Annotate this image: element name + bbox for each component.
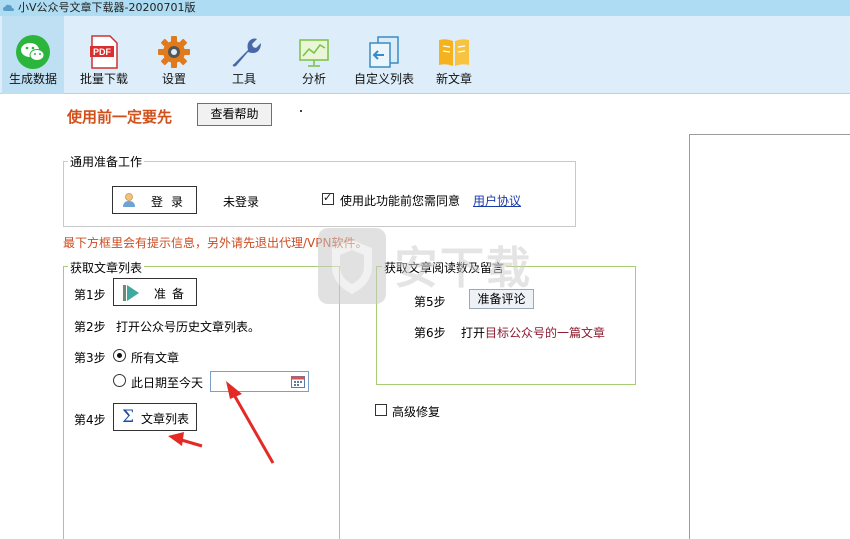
agree-checkbox[interactable] [322,191,334,205]
prepare-button-label: 准备 [154,287,191,301]
read-count-legend: 获取文章阅读数及留言 [382,259,507,276]
window-title: 小V公众号文章下载器-20200701版 [18,1,196,14]
chart-icon [299,39,329,67]
ribbon-button-custom-list[interactable]: 自定义列表 [352,16,416,94]
user-agreement-link[interactable]: 用户协议 [473,192,521,209]
step6-prefix: 打开 [461,326,486,340]
article-list-button-label: 文章列表 [141,412,190,426]
custom-list-icon [369,36,399,68]
step2-label: 第2步 [74,320,106,334]
step6-highlight: 目标公众号的一篇文章 [485,326,606,340]
radio-all-articles-label: 所有文章 [131,351,180,365]
ribbon-button-batch-download[interactable]: PDF 批量下载 [72,16,136,94]
step6-text: 打开目标公众号的一篇文章 [461,324,605,341]
user-icon [123,193,135,207]
step3-label: 第3步 [74,351,106,365]
ribbon-toolbar: 生成数据 PDF 批量下载 设置 工具 分析 自定义列表 新文章 [0,16,850,94]
prepare-button[interactable]: 准备 [113,278,197,306]
ribbon-label: 生成数据 [8,72,57,86]
login-button[interactable]: 登录 [112,186,197,214]
step2-text: 打开公众号历史文章列表。 [116,320,261,334]
agree-text: 使用此功能前您需同意 [340,194,461,208]
advanced-repair-label: 高级修复 [392,405,441,419]
radio-since-date-label: 此日期至今天 [131,376,204,390]
cloud-icon [3,4,14,11]
step1-label: 第1步 [74,288,106,302]
sigma-icon: Σ [122,407,135,427]
title-bar: 小V公众号文章下载器-20200701版 [0,0,850,16]
calendar-icon[interactable] [291,375,305,388]
ribbon-label: 自定义列表 [353,72,414,86]
pdf-icon: PDF [90,35,118,69]
tip-message: 最下方框里会有提示信息，另外请先退出代理/VPN软件。 [63,236,368,250]
svg-text:PDF: PDF [93,47,112,57]
step5-label: 第5步 [414,295,446,309]
prep-group-legend: 通用准备工作 [68,153,145,170]
app-window: 小V公众号文章下载器-20200701版 生成数据 PDF 批量下载 设置 工具… [0,0,850,539]
message-panel [689,134,850,539]
view-help-button[interactable]: 查看帮助 [197,103,272,126]
article-list-button[interactable]: Σ 文章列表 [113,403,197,431]
ribbon-label: 新文章 [435,72,472,86]
step6-label: 第6步 [414,326,446,340]
ribbon-label: 设置 [161,72,186,86]
login-status: 未登录 [223,195,260,209]
wrench-icon [232,38,261,67]
radio-since-date[interactable] [113,374,126,387]
prepare-comments-button[interactable]: 准备评论 [469,289,534,309]
play-icon [123,285,139,301]
gear-icon [158,36,190,68]
advanced-repair-checkbox[interactable] [375,404,387,416]
step4-label: 第4步 [74,413,106,427]
wechat-icon [16,35,50,69]
ribbon-label: 批量下载 [79,72,128,86]
date-picker-input[interactable] [210,371,309,392]
ribbon-label: 工具 [231,72,256,86]
ribbon-label: 分析 [301,72,326,86]
header-dot: . [300,110,302,112]
login-button-label: 登录 [151,195,192,209]
radio-all-articles[interactable] [113,349,126,362]
ribbon-button-generate[interactable]: 生成数据 [2,16,64,94]
usage-warning-title: 使用前一定要先 [67,108,173,126]
article-list-group [63,266,340,539]
ribbon-button-tools[interactable]: 工具 [216,16,272,94]
book-icon [439,39,469,66]
ribbon-button-analysis[interactable]: 分析 [288,16,340,94]
ribbon-button-new-article[interactable]: 新文章 [428,16,480,94]
article-list-legend: 获取文章列表 [68,259,145,276]
ribbon-button-settings[interactable]: 设置 [146,16,202,94]
